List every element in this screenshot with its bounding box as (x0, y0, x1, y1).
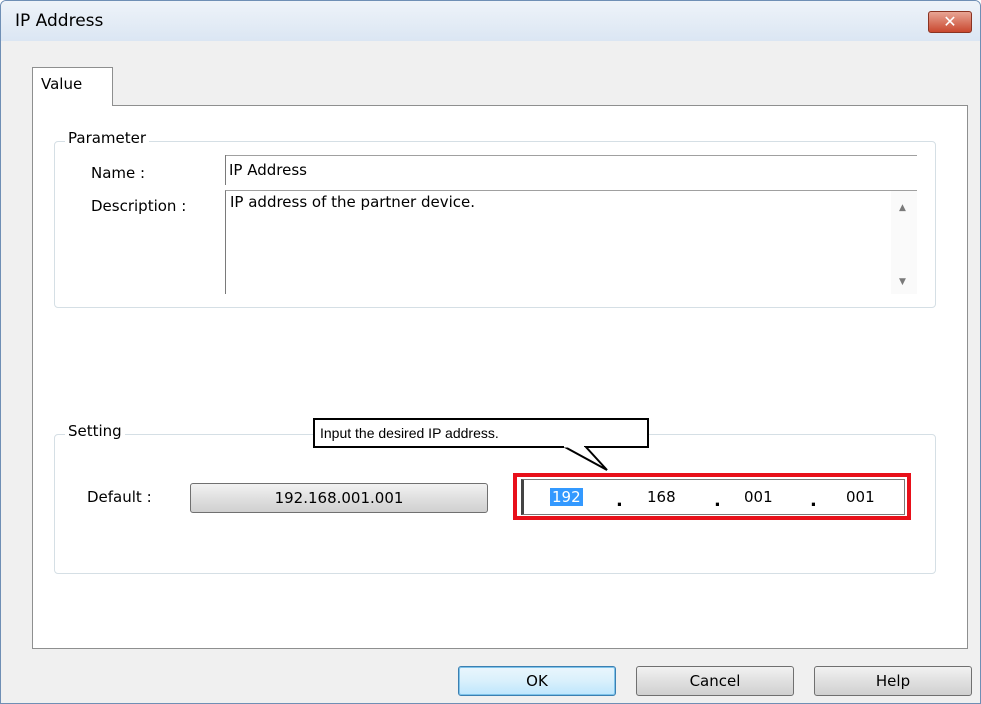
name-field-top-border (225, 155, 917, 156)
window-title: IP Address (15, 11, 104, 31)
ip-separator-2: . (714, 490, 721, 511)
ip-separator-1: . (616, 490, 623, 511)
ip-octet-1[interactable]: 192 (550, 488, 583, 506)
parameter-group-label: Parameter (65, 129, 150, 147)
dialog-window: IP Address ✕ Value Parameter Name : IP A… (0, 0, 981, 704)
description-label: Description : (91, 197, 187, 215)
cancel-button[interactable]: Cancel (636, 666, 794, 696)
ok-button[interactable]: OK (458, 666, 616, 696)
setting-group-label: Setting (65, 422, 125, 440)
description-field[interactable]: IP address of the partner device. ▲ ▼ (225, 190, 917, 294)
default-label: Default : (87, 488, 152, 506)
ip-separator-3: . (810, 490, 817, 511)
callout-pointer-icon (562, 446, 608, 471)
ip-octet-2[interactable]: 168 (647, 488, 676, 506)
callout-annotation: Input the desired IP address. (313, 418, 649, 448)
name-value: IP Address (229, 161, 307, 179)
tab-value-label: Value (41, 75, 83, 93)
close-icon: ✕ (943, 12, 957, 31)
scroll-down-icon[interactable]: ▼ (899, 277, 906, 287)
name-field-left-border (225, 155, 226, 185)
help-button[interactable]: Help (814, 666, 972, 696)
ip-address-input[interactable]: 192 . 168 . 001 . 001 (521, 479, 905, 515)
default-value-button[interactable]: 192.168.001.001 (190, 483, 488, 513)
description-scrollbar[interactable]: ▲ ▼ (891, 191, 917, 294)
close-button[interactable]: ✕ (928, 11, 972, 33)
ip-octet-4[interactable]: 001 (846, 488, 875, 506)
name-label: Name : (91, 164, 146, 182)
description-value: IP address of the partner device. (230, 193, 476, 211)
ip-octet-3[interactable]: 001 (744, 488, 773, 506)
tab-value[interactable]: Value (32, 67, 113, 106)
title-bar: IP Address ✕ (1, 1, 980, 41)
scroll-up-icon[interactable]: ▲ (899, 203, 906, 213)
